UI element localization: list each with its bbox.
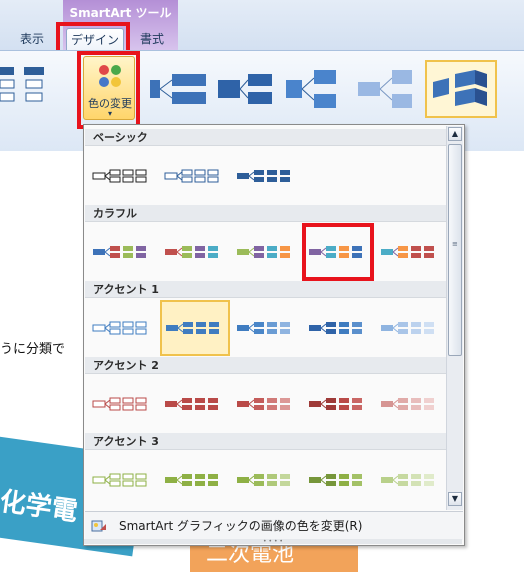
section-header-basic: ベーシック <box>85 129 446 146</box>
color-option-accent1-5[interactable] <box>376 302 444 354</box>
style-thumbnail-4 <box>358 70 412 108</box>
section-header-accent1: アクセント 1 <box>85 281 446 298</box>
color-option-accent2-5[interactable] <box>376 378 444 430</box>
style-thumbnail-2 <box>218 74 272 104</box>
color-option-basic-1[interactable] <box>88 150 156 202</box>
scroll-up-button[interactable]: ▲ <box>448 127 462 141</box>
color-option-accent3-3[interactable] <box>232 454 300 506</box>
color-option-accent3-5[interactable] <box>376 454 444 506</box>
color-option-colorful-2[interactable] <box>160 226 228 278</box>
color-option-accent2-3[interactable] <box>232 378 300 430</box>
3d-style-icon <box>433 70 487 106</box>
color-option-accent2-2[interactable] <box>160 378 228 430</box>
color-option-accent3-1[interactable] <box>88 454 156 506</box>
color-option-accent3-4[interactable] <box>304 454 372 506</box>
change-colors-highlight <box>77 51 140 129</box>
color-option-accent1-2-selected[interactable] <box>160 300 230 356</box>
color-option-accent2-4[interactable] <box>304 378 372 430</box>
colorful-option-highlight <box>302 223 374 281</box>
color-option-basic-2[interactable] <box>160 150 228 202</box>
color-option-colorful-3[interactable] <box>232 226 300 278</box>
color-option-basic-3[interactable] <box>232 150 300 202</box>
recolor-picture-icon <box>91 520 106 532</box>
document-body-text: うに分類で <box>0 342 66 357</box>
section-header-accent2: アクセント 2 <box>85 357 446 374</box>
context-tab-title: SmartArt ツール <box>69 6 172 20</box>
tab-view[interactable]: 表示 <box>14 28 50 50</box>
dropdown-scrollbar[interactable]: ▲ ≡ ▼ <box>446 126 463 510</box>
layout-icons-partial[interactable] <box>0 64 56 112</box>
color-option-accent3-2[interactable] <box>160 454 228 506</box>
color-option-colorful-1[interactable] <box>88 226 156 278</box>
recolor-pictures-label: SmartArt グラフィックの画像の色を変更(R) <box>119 519 363 533</box>
color-option-accent2-1[interactable] <box>88 378 156 430</box>
change-colors-dropdown: ベーシック カラフル アクセント 1 アクセント 2 アクセント 3 ▲ ≡ ▼… <box>83 124 465 546</box>
scroll-down-button[interactable]: ▼ <box>448 492 462 506</box>
color-option-accent1-1[interactable] <box>88 302 156 354</box>
tab-format[interactable]: 書式 <box>134 28 170 50</box>
style-thumbnail-3 <box>286 70 336 108</box>
smartart-style-gallery[interactable] <box>148 66 416 114</box>
section-header-accent3: アクセント 3 <box>85 433 446 450</box>
section-header-colorful: カラフル <box>85 205 446 222</box>
style-thumbnail-1 <box>150 74 206 104</box>
color-option-accent1-3[interactable] <box>232 302 300 354</box>
recolor-pictures-menu-item[interactable]: SmartArt グラフィックの画像の色を変更(R) <box>85 511 463 540</box>
dropdown-resize-grip[interactable]: • • • • <box>84 539 462 545</box>
scroll-grip-icon: ≡ <box>452 240 458 248</box>
color-option-accent1-4[interactable] <box>304 302 372 354</box>
color-option-colorful-5[interactable] <box>376 226 444 278</box>
scroll-thumb[interactable]: ≡ <box>448 144 462 356</box>
style-thumbnail-selected[interactable] <box>425 60 497 118</box>
